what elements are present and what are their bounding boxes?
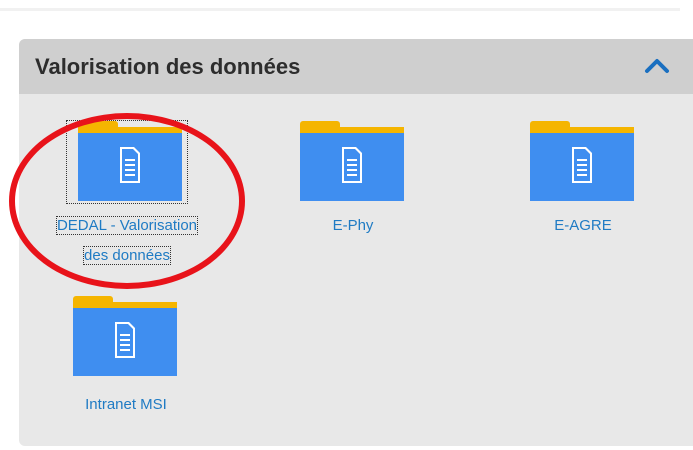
folder-label-intranet-msi[interactable]: Intranet MSI: [85, 390, 167, 420]
folder-tile-dedal-frame: [66, 120, 188, 204]
collapse-button[interactable]: [641, 51, 673, 81]
category-panel: Valorisation des données DEDAL - Valoris…: [19, 39, 693, 446]
folder-label-eagre[interactable]: E-AGRE: [554, 211, 612, 241]
folder-tile-dedal[interactable]: DEDAL - Valorisation des données: [23, 120, 231, 271]
panel-title: Valorisation des données: [35, 54, 301, 79]
panel-header[interactable]: Valorisation des données: [19, 39, 693, 94]
folder-label-line2: des données: [83, 246, 171, 265]
folder-tile-ephy[interactable]: E-Phy: [273, 121, 433, 241]
folder-tile-intranet-msi[interactable]: Intranet MSI: [46, 296, 206, 420]
folder-label-line1: DEDAL - Valorisation: [55, 216, 199, 235]
document-folder-icon: [73, 296, 177, 376]
document-folder-icon: [530, 121, 634, 201]
folder-tile-eagre[interactable]: E-AGRE: [503, 121, 663, 241]
top-divider: [0, 8, 680, 11]
folder-label-ephy[interactable]: E-Phy: [333, 211, 374, 241]
chevron-up-icon: [645, 59, 669, 73]
document-folder-icon: [78, 121, 182, 201]
document-folder-icon: [300, 121, 404, 201]
folder-label-dedal[interactable]: DEDAL - Valorisation des données: [55, 211, 199, 271]
